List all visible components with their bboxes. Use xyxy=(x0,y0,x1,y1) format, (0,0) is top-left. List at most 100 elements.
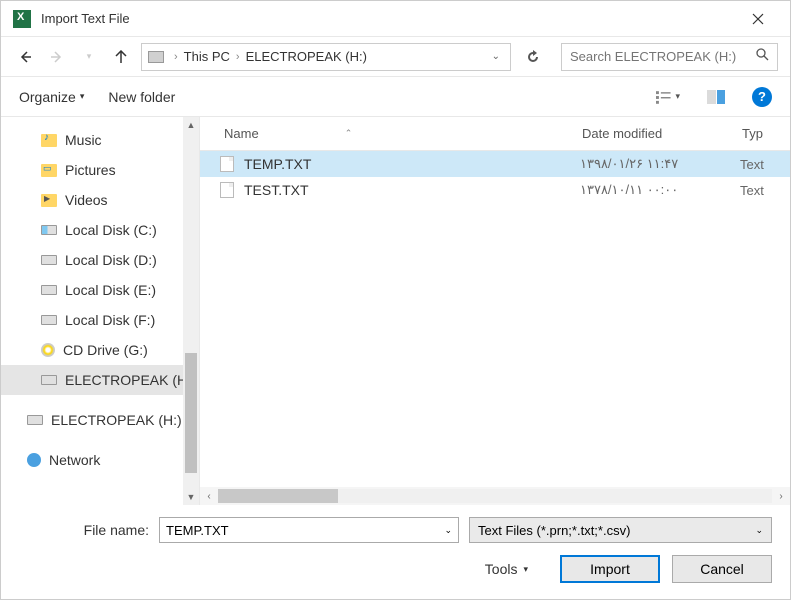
file-date: ۱۳۷۸/۱۰/۱۱ ۰۰:۰۰ xyxy=(580,182,740,198)
column-header-name[interactable]: Name⌃ xyxy=(200,126,570,141)
filetype-select[interactable]: Text Files (*.prn;*.txt;*.csv) ⌄ xyxy=(469,517,772,543)
file-type: Text xyxy=(740,183,790,198)
file-name: TEMP.TXT xyxy=(244,156,580,172)
search-input[interactable] xyxy=(570,49,755,64)
refresh-icon xyxy=(526,50,540,64)
chevron-down-icon: ▾ xyxy=(675,91,680,102)
sidebar-item-cd-drive[interactable]: CD Drive (G:) xyxy=(1,335,199,365)
scroll-up-arrow[interactable]: ▲ xyxy=(183,117,199,133)
titlebar: Import Text File xyxy=(1,1,790,37)
file-row[interactable]: TEMP.TXT ۱۳۹۸/۰۱/۲۶ ۱۱:۴۷ Text xyxy=(200,151,790,177)
chevron-right-icon: › xyxy=(236,51,240,63)
dialog-window: Import Text File ▾ › This PC › ELECTROPE… xyxy=(0,0,791,600)
sidebar-item-local-disk-c[interactable]: Local Disk (C:) xyxy=(1,215,199,245)
sidebar-item-local-disk-e[interactable]: Local Disk (E:) xyxy=(1,275,199,305)
breadcrumb-item[interactable]: ELECTROPEAK (H:) xyxy=(246,49,367,64)
help-button[interactable]: ? xyxy=(752,87,772,107)
drive-icon xyxy=(41,255,57,265)
chevron-down-icon: ▾ xyxy=(80,91,85,102)
tools-label: Tools xyxy=(485,561,518,577)
close-icon xyxy=(752,13,764,25)
sidebar-item-music[interactable]: Music xyxy=(1,125,199,155)
chevron-down-icon[interactable]: ⌄ xyxy=(444,525,452,536)
up-button[interactable] xyxy=(109,45,133,69)
import-button[interactable]: Import xyxy=(560,555,660,583)
file-date: ۱۳۹۸/۰۱/۲۶ ۱۱:۴۷ xyxy=(580,156,740,172)
sidebar-item-label: Music xyxy=(65,132,102,148)
sidebar-item-label: Videos xyxy=(65,192,108,208)
organize-menu[interactable]: Organize ▾ xyxy=(19,89,84,105)
toolbar: Organize ▾ New folder ▾ ? xyxy=(1,77,790,117)
sidebar-item-label: Pictures xyxy=(65,162,116,178)
drive-icon xyxy=(41,285,57,295)
preview-pane-button[interactable] xyxy=(704,85,728,109)
sidebar-item-label: Local Disk (C:) xyxy=(65,222,157,238)
sidebar: Music Pictures Videos Local Disk (C:) Lo… xyxy=(1,117,199,505)
drive-icon xyxy=(41,375,57,385)
scroll-down-arrow[interactable]: ▼ xyxy=(183,489,199,505)
file-type: Text xyxy=(740,157,790,172)
sidebar-item-local-disk-f[interactable]: Local Disk (F:) xyxy=(1,305,199,335)
scroll-thumb[interactable] xyxy=(185,353,197,473)
arrow-right-icon xyxy=(50,50,64,64)
recent-dropdown[interactable]: ▾ xyxy=(77,45,101,69)
pictures-folder-icon xyxy=(41,164,57,177)
column-header-type[interactable]: Typ xyxy=(730,126,780,141)
search-box[interactable] xyxy=(561,43,778,71)
column-headers: Name⌃ Date modified Typ xyxy=(200,117,790,151)
refresh-button[interactable] xyxy=(519,43,547,71)
sidebar-item-network[interactable]: Network xyxy=(1,445,199,475)
chevron-down-icon: ▾ xyxy=(87,51,92,62)
scroll-track[interactable] xyxy=(218,489,772,503)
sidebar-item-videos[interactable]: Videos xyxy=(1,185,199,215)
sidebar-item-label: Network xyxy=(49,452,100,468)
breadcrumb-dropdown[interactable]: ⌄ xyxy=(488,51,504,62)
new-folder-label: New folder xyxy=(108,89,175,105)
arrow-left-icon xyxy=(18,50,32,64)
scroll-thumb[interactable] xyxy=(218,489,338,503)
back-button[interactable] xyxy=(13,45,37,69)
sidebar-item-pictures[interactable]: Pictures xyxy=(1,155,199,185)
text-file-icon xyxy=(220,182,234,198)
filetype-label: Text Files (*.prn;*.txt;*.csv) xyxy=(478,523,630,538)
filename-field[interactable] xyxy=(166,523,444,538)
drive-icon xyxy=(27,415,43,425)
sidebar-item-electropeak-root[interactable]: ELECTROPEAK (H:) xyxy=(1,405,199,435)
filename-label: File name: xyxy=(19,522,149,538)
new-folder-button[interactable]: New folder xyxy=(108,89,175,105)
drive-icon xyxy=(41,315,57,325)
view-options-button[interactable]: ▾ xyxy=(656,85,680,109)
cd-icon xyxy=(41,343,55,357)
navbar: ▾ › This PC › ELECTROPEAK (H:) ⌄ xyxy=(1,37,790,77)
horizontal-scrollbar[interactable]: ‹ › xyxy=(200,487,790,505)
scroll-left-arrow[interactable]: ‹ xyxy=(200,487,218,505)
scroll-track[interactable] xyxy=(183,133,199,489)
window-title: Import Text File xyxy=(41,11,738,26)
sort-indicator-icon: ⌃ xyxy=(345,128,353,139)
sidebar-item-label: Local Disk (E:) xyxy=(65,282,156,298)
close-button[interactable] xyxy=(738,4,778,34)
excel-icon xyxy=(13,10,31,28)
search-icon xyxy=(755,47,769,66)
sidebar-item-electropeak[interactable]: ELECTROPEAK (H:) xyxy=(1,365,199,395)
videos-folder-icon xyxy=(41,194,57,207)
forward-button[interactable] xyxy=(45,45,69,69)
sidebar-item-local-disk-d[interactable]: Local Disk (D:) xyxy=(1,245,199,275)
preview-pane-icon xyxy=(707,90,725,104)
tools-menu[interactable]: Tools ▾ xyxy=(485,561,528,577)
column-header-date[interactable]: Date modified xyxy=(570,126,730,141)
drive-icon xyxy=(41,225,57,235)
chevron-down-icon: ⌄ xyxy=(755,525,763,536)
chevron-down-icon: ▾ xyxy=(523,564,528,575)
footer: File name: ⌄ Text Files (*.prn;*.txt;*.c… xyxy=(1,505,790,599)
scroll-right-arrow[interactable]: › xyxy=(772,487,790,505)
filename-input[interactable]: ⌄ xyxy=(159,517,459,543)
breadcrumb-item[interactable]: This PC xyxy=(184,49,230,64)
file-row[interactable]: TEST.TXT ۱۳۷۸/۱۰/۱۱ ۰۰:۰۰ Text xyxy=(200,177,790,203)
organize-label: Organize xyxy=(19,89,76,105)
music-folder-icon xyxy=(41,134,57,147)
cancel-button[interactable]: Cancel xyxy=(672,555,772,583)
sidebar-scrollbar[interactable]: ▲ ▼ xyxy=(183,117,199,505)
breadcrumb[interactable]: › This PC › ELECTROPEAK (H:) ⌄ xyxy=(141,43,511,71)
sidebar-item-label: Local Disk (F:) xyxy=(65,312,155,328)
